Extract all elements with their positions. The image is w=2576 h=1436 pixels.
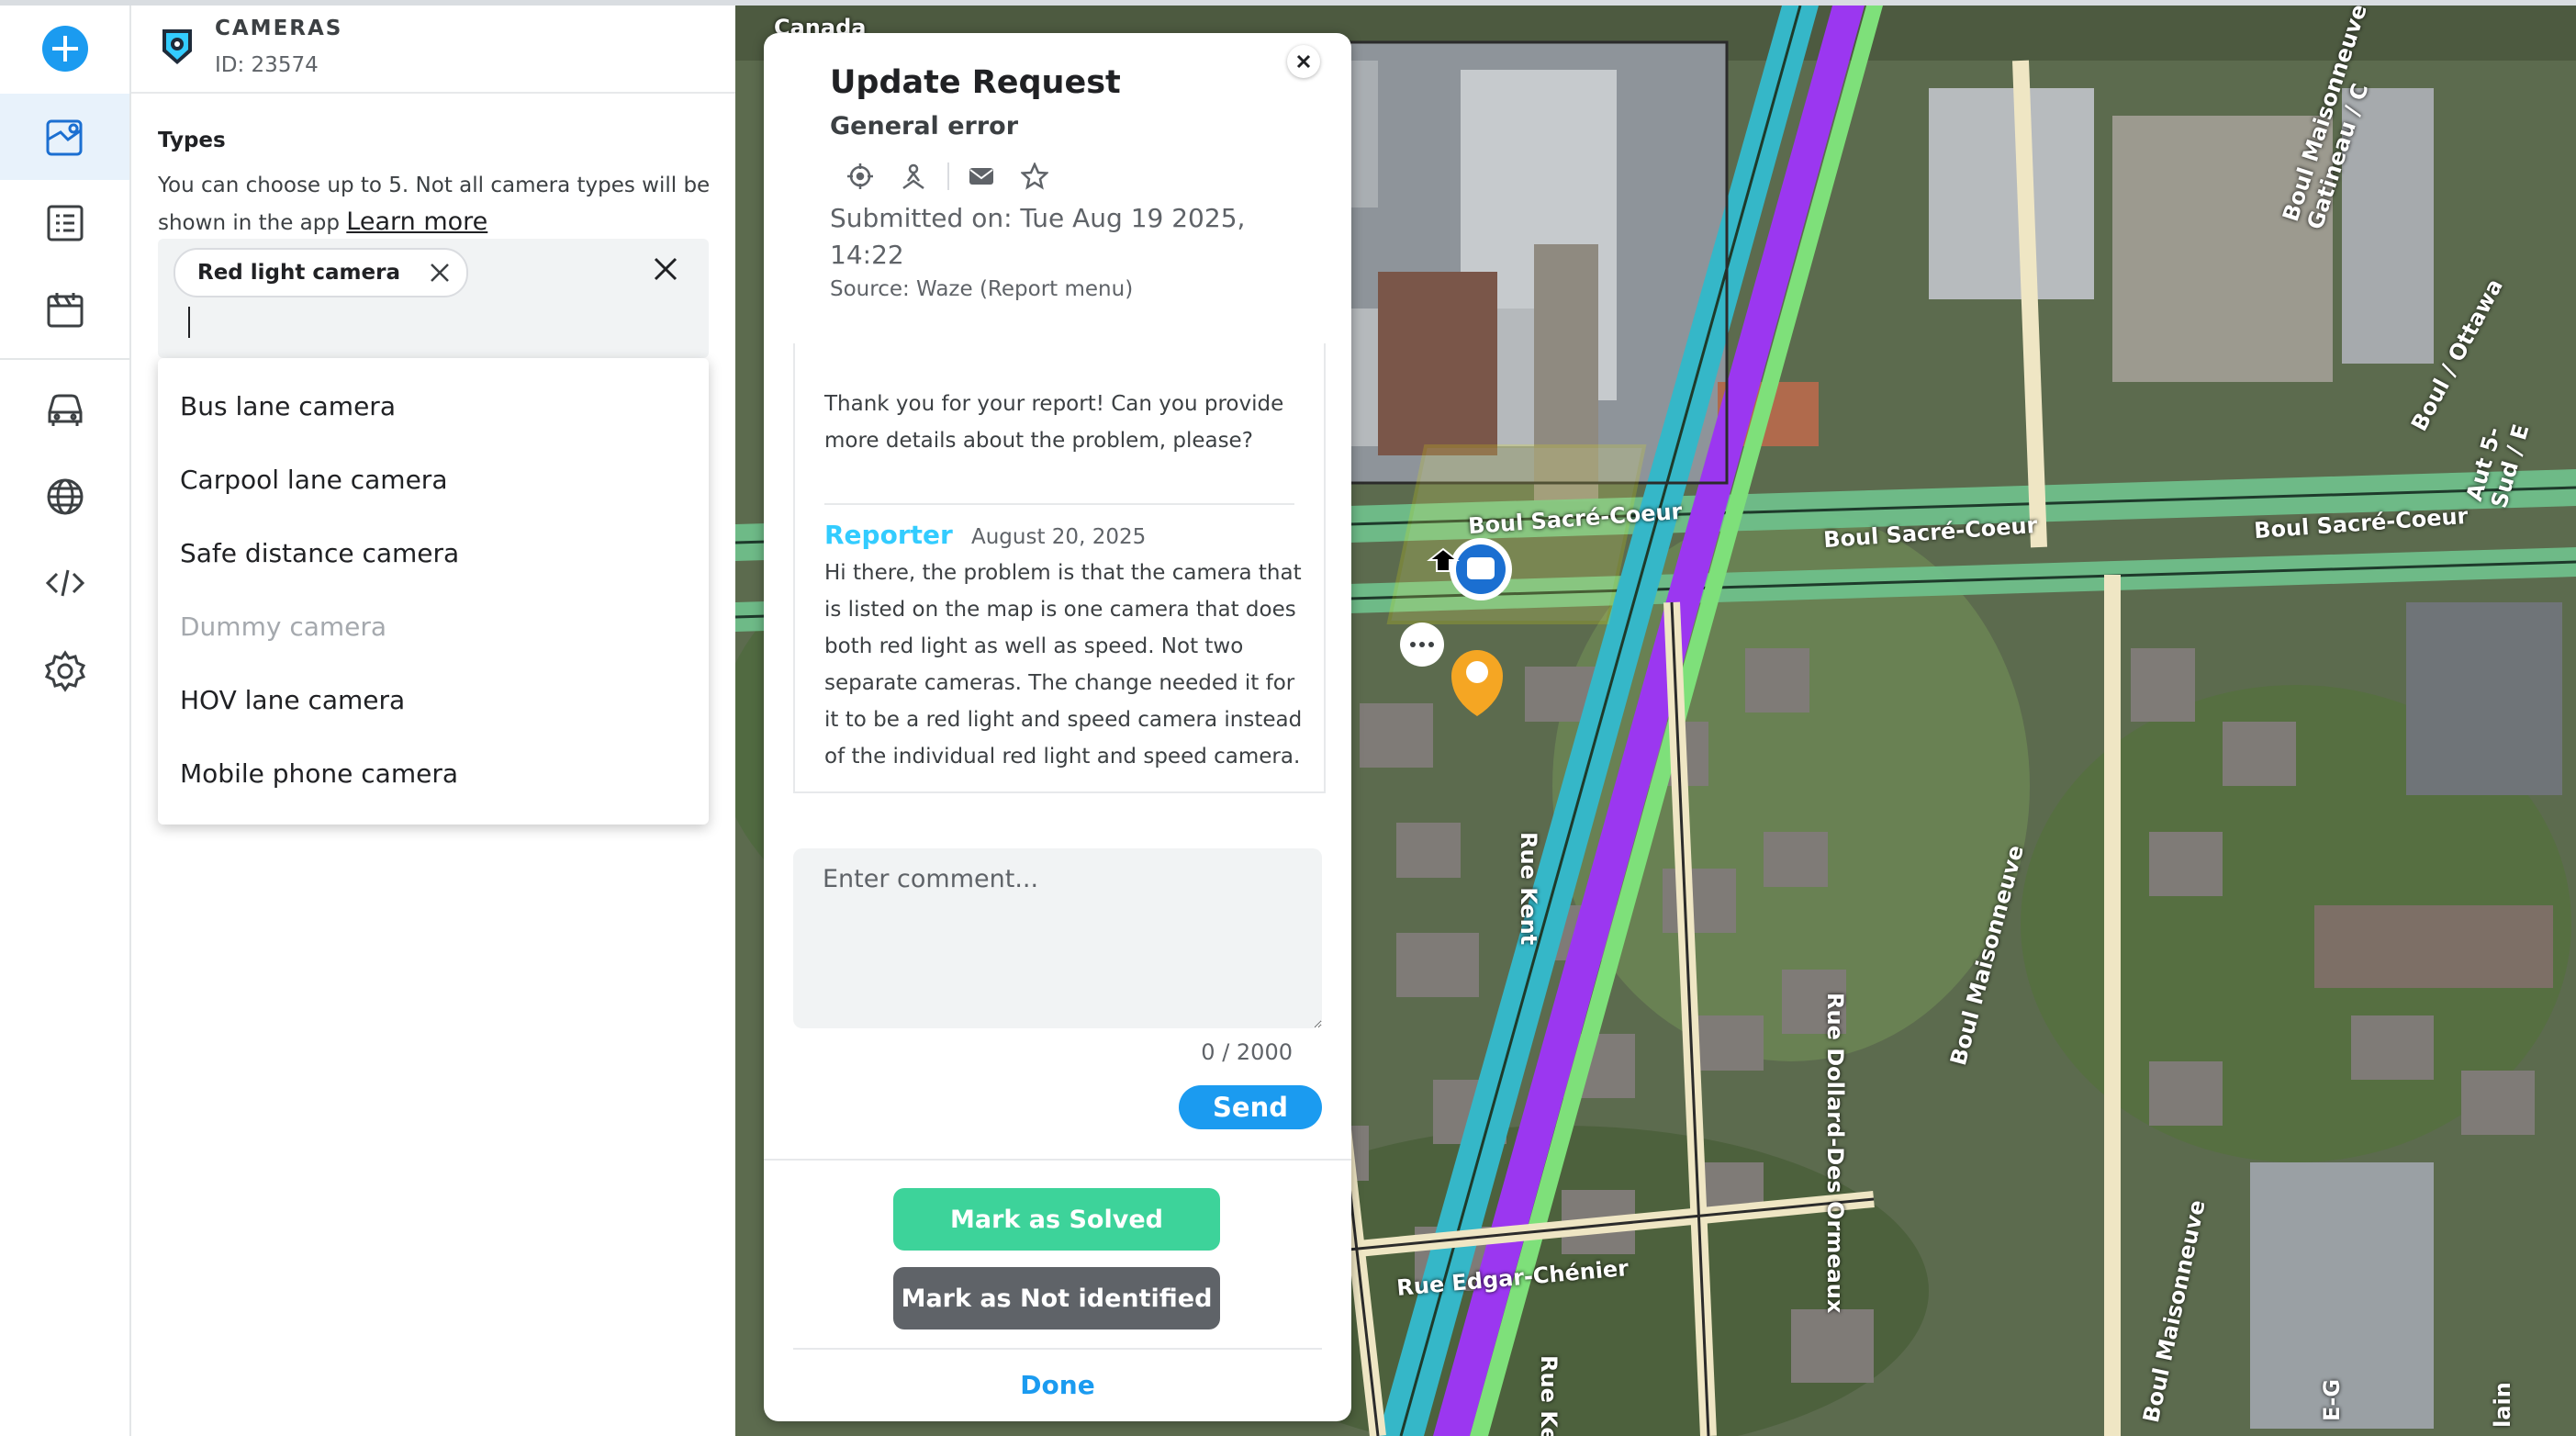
map-edit-button[interactable] <box>0 94 129 180</box>
dialog-subtitle: General error <box>830 112 1019 140</box>
map-label-street: lain <box>2489 1382 2515 1428</box>
panel-title: CAMERAS <box>215 17 343 40</box>
dropdown-option-disabled: Dummy camera <box>180 611 387 642</box>
camera-details-panel: CAMERAS ID: 23574 Types You can choose u… <box>131 6 735 1436</box>
close-icon <box>1296 54 1311 69</box>
settings-button[interactable] <box>0 628 129 714</box>
chip-label: Red light camera <box>197 261 400 285</box>
comment-input[interactable] <box>793 848 1322 1028</box>
submitted-date: Submitted on: Tue Aug 19 2025, 14:22 <box>830 203 1246 270</box>
clear-all-icon[interactable] <box>652 255 679 283</box>
camera-badge-icon <box>162 29 192 64</box>
global-button[interactable] <box>0 454 129 540</box>
user-pin-icon[interactable] <box>900 163 927 190</box>
vehicles-button[interactable] <box>0 365 129 452</box>
car-icon <box>48 394 82 426</box>
dialog-divider <box>764 1159 1351 1161</box>
dropdown-option[interactable]: Safe distance camera <box>180 538 459 568</box>
calendar-icon <box>47 293 83 328</box>
close-dialog-button[interactable] <box>1287 45 1320 78</box>
map-edit-icon <box>46 119 82 156</box>
dropdown-option[interactable]: Bus lane camera <box>180 391 396 421</box>
events-button[interactable] <box>0 266 129 353</box>
locate-icon[interactable] <box>846 163 874 190</box>
types-help: You can choose up to 5. Not all camera t… <box>158 167 718 241</box>
types-label: Types <box>158 129 226 152</box>
map-label-street: Rue Kent <box>1516 832 1541 946</box>
dropdown-option[interactable]: Carpool lane camera <box>180 465 447 495</box>
email-icon[interactable] <box>968 163 995 190</box>
rail-divider <box>0 358 129 360</box>
icon-divider <box>947 163 949 190</box>
update-request-dialog: Update Request General error Submitted o… <box>764 33 1351 1421</box>
code-icon <box>45 569 84 597</box>
report-source: Source: Waze (Report menu) <box>830 277 1134 301</box>
system-message: Thank you for your report! Can you provi… <box>824 392 1284 453</box>
selected-type-chip: Red light camera <box>174 248 468 297</box>
developer-button[interactable] <box>0 540 129 626</box>
reporter-date: August 20, 2025 <box>971 525 1147 549</box>
top-border <box>0 0 2576 6</box>
text-cursor[interactable] <box>188 307 190 338</box>
add-button[interactable] <box>0 6 129 92</box>
types-select[interactable]: Red light camera <box>158 239 709 358</box>
send-button[interactable]: Send <box>1179 1085 1322 1129</box>
mark-not-identified-button[interactable]: Mark as Not identified <box>893 1267 1220 1329</box>
reports-list-button[interactable] <box>0 180 129 266</box>
thread-divider <box>824 503 1294 505</box>
map-label-street: E-G <box>2319 1378 2346 1422</box>
camera-id: ID: 23574 <box>215 53 319 77</box>
star-icon[interactable] <box>1021 163 1048 190</box>
remove-chip-icon[interactable] <box>428 261 452 285</box>
dropdown-option[interactable]: HOV lane camera <box>180 685 405 715</box>
add-icon <box>41 26 88 72</box>
dialog-actions <box>846 158 1074 195</box>
list-icon <box>47 205 83 241</box>
conversation-thread: Thank you for your report! Can you provi… <box>793 343 1326 793</box>
settings-icon <box>44 650 85 692</box>
done-button[interactable]: Done <box>764 1370 1351 1400</box>
learn-more-link[interactable]: Learn more <box>346 208 487 236</box>
mark-solved-button[interactable]: Mark as Solved <box>893 1188 1220 1251</box>
reporter-message: Hi there, the problem is that the camera… <box>824 561 1303 768</box>
dialog-title: Update Request <box>830 64 1121 101</box>
left-rail <box>0 6 131 1436</box>
map-label-street: Rue Dollard-Des Ormeaux <box>1822 993 1848 1314</box>
types-dropdown: Bus lane camera Carpool lane camera Safe… <box>158 358 709 825</box>
panel-header: CAMERAS ID: 23574 <box>131 6 735 94</box>
map-label-street: Rue Kent <box>1536 1355 1562 1436</box>
globe-icon <box>47 478 83 515</box>
dialog-divider <box>793 1348 1322 1350</box>
dropdown-option[interactable]: Mobile phone camera <box>180 758 458 789</box>
character-counter: 0 / 2000 <box>1201 1039 1293 1065</box>
reporter-name: Reporter <box>824 520 953 550</box>
